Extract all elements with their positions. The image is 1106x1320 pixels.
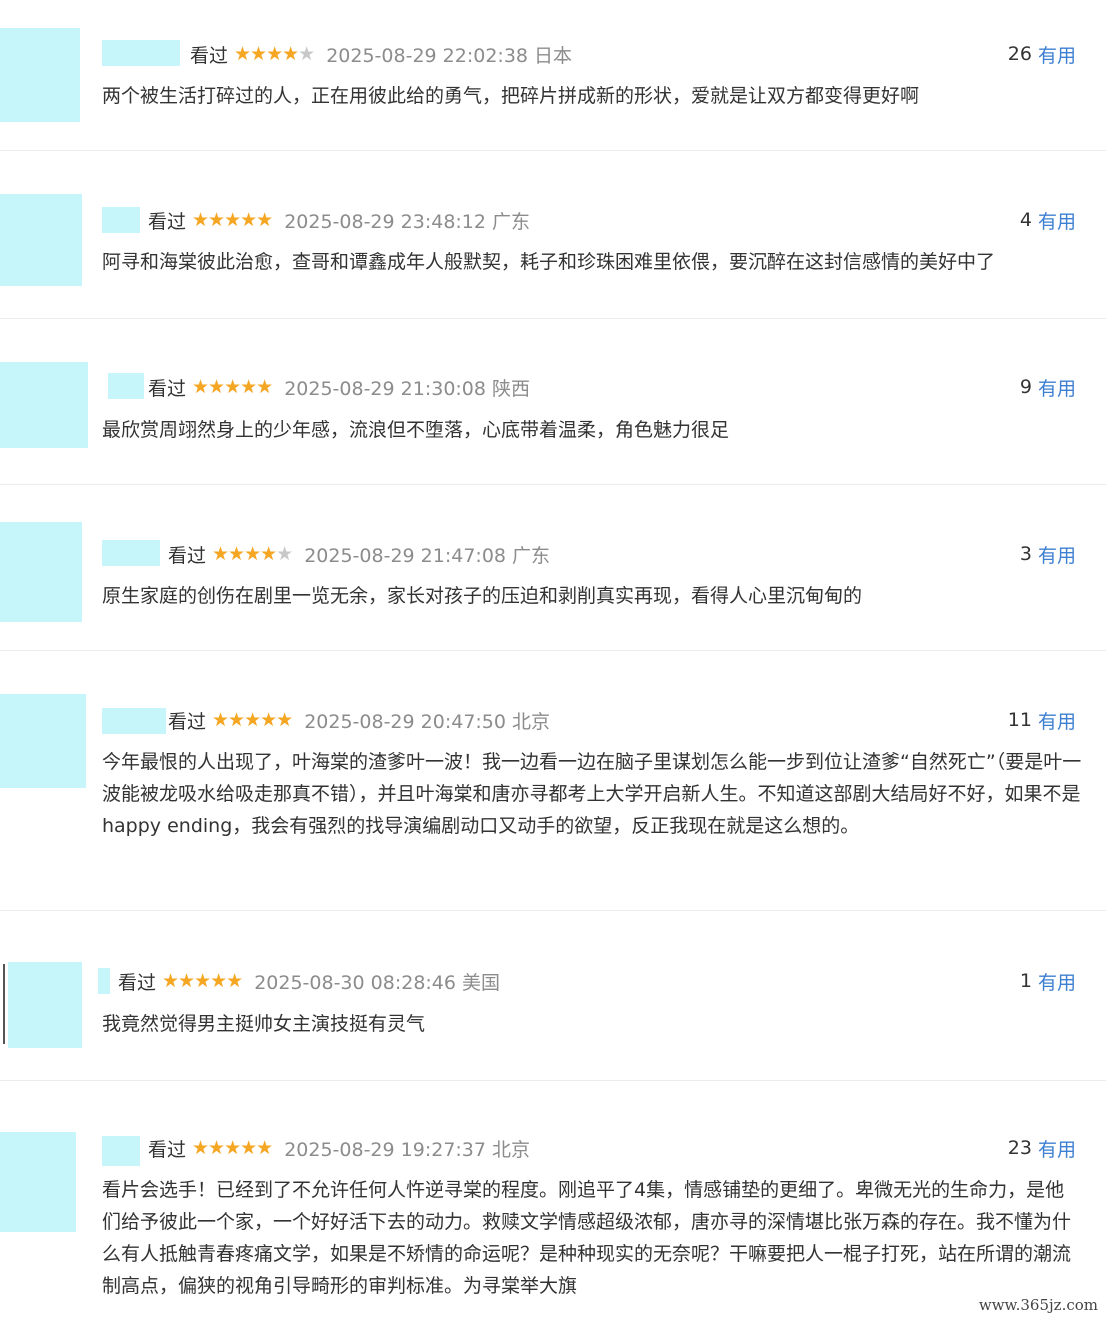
review-meta: 看过 ★★★★★ 2025-08-29 22:02:38 日本 [190, 39, 572, 69]
review-time: 2025-08-30 08:28:46 美国 [254, 971, 501, 994]
useful-button[interactable]: 有用 [1038, 707, 1076, 734]
rating-stars: ★★★★★ [192, 376, 273, 398]
watched-label: 看过 [118, 971, 157, 994]
rating-stars: ★★★★★ [234, 43, 315, 65]
avatar[interactable] [0, 1132, 76, 1232]
review-time: 2025-08-29 21:30:08 陕西 [284, 377, 531, 400]
watched-label: 看过 [168, 710, 207, 733]
review-meta: 看过 ★★★★★ 2025-08-29 23:48:12 广东 [148, 205, 530, 235]
review-text: 今年最恨的人出现了，叶海棠的渣爹叶一波！我一边看一边在脑子里谋划怎么能一步到位让… [102, 751, 1082, 837]
divider [0, 484, 1106, 485]
username-mask[interactable] [102, 207, 140, 233]
useful-count: 4 [1019, 209, 1032, 231]
watched-label: 看过 [148, 210, 187, 233]
avatar[interactable] [0, 362, 88, 448]
username-mask[interactable] [98, 968, 110, 994]
review-meta: 看过 ★★★★★ 2025-08-29 21:47:08 广东 [168, 539, 550, 569]
useful-count: 9 [1019, 376, 1032, 398]
divider [0, 1080, 1106, 1081]
watched-label: 看过 [148, 1138, 187, 1161]
useful-button[interactable]: 有用 [1038, 1135, 1076, 1162]
review-time: 2025-08-29 21:47:08 广东 [304, 544, 551, 567]
review-time: 2025-08-29 19:27:37 北京 [284, 1138, 531, 1161]
useful-count: 26 [1007, 43, 1032, 65]
review-time: 2025-08-29 23:48:12 广东 [284, 210, 531, 233]
divider [0, 910, 1106, 911]
avatar[interactable] [8, 962, 82, 1048]
watched-label: 看过 [190, 44, 229, 67]
watched-label: 看过 [148, 377, 187, 400]
rating-stars: ★★★★★ [212, 543, 293, 565]
useful-button[interactable]: 有用 [1038, 374, 1076, 401]
useful-vote[interactable]: 3 有用 [1020, 539, 1076, 569]
review-meta: 看过 ★★★★★ 2025-08-29 20:47:50 北京 [168, 705, 550, 735]
useful-vote[interactable]: 23 有用 [1008, 1133, 1076, 1163]
useful-button[interactable]: 有用 [1038, 968, 1076, 995]
review-text: 两个被生活打碎过的人，正在用彼此给的勇气，把碎片拼成新的形状，爱就是让双方都变得… [102, 85, 920, 107]
rating-stars: ★★★★★ [162, 970, 243, 992]
rating-stars: ★★★★★ [212, 709, 293, 731]
review-time: 2025-08-29 20:47:50 北京 [304, 710, 551, 733]
review-meta: 看过 ★★★★★ 2025-08-30 08:28:46 美国 [118, 966, 500, 996]
useful-count: 11 [1007, 709, 1032, 731]
review-text: 阿寻和海棠彼此治愈，查哥和谭鑫成年人般默契，耗子和珍珠困难里依偎，要沉醉在这封信… [102, 251, 996, 273]
useful-vote[interactable]: 1 有用 [1020, 966, 1076, 996]
review-text: 看片会选手！已经到了不允许任何人忤逆寻棠的程度。刚追平了4集，情感铺垫的更细了。… [102, 1179, 1072, 1297]
rating-stars: ★★★★★ [192, 209, 273, 231]
useful-vote[interactable]: 26 有用 [1008, 39, 1076, 69]
useful-button[interactable]: 有用 [1038, 207, 1076, 234]
review-time: 2025-08-29 22:02:38 日本 [326, 44, 573, 67]
divider [0, 318, 1106, 319]
useful-count: 1 [1019, 970, 1032, 992]
divider [0, 150, 1106, 151]
useful-vote[interactable]: 11 有用 [1008, 705, 1076, 735]
useful-count: 23 [1007, 1137, 1032, 1159]
username-mask[interactable] [102, 540, 160, 566]
useful-vote[interactable]: 4 有用 [1020, 205, 1076, 235]
avatar[interactable] [0, 194, 82, 286]
username-mask[interactable] [102, 1136, 140, 1166]
watermark: www.365jz.com [978, 1296, 1098, 1314]
avatar[interactable] [0, 28, 80, 122]
divider [0, 650, 1106, 651]
review-meta: 看过 ★★★★★ 2025-08-29 19:27:37 北京 [148, 1133, 530, 1163]
review-text: 原生家庭的创伤在剧里一览无余，家长对孩子的压迫和剥削真实再现，看得人心里沉甸甸的 [102, 585, 863, 607]
useful-button[interactable]: 有用 [1038, 541, 1076, 568]
watched-label: 看过 [168, 544, 207, 567]
left-border [3, 964, 5, 1044]
avatar[interactable] [0, 522, 82, 622]
review-text: 最欣赏周翊然身上的少年感，流浪但不堕落，心底带着温柔，角色魅力很足 [102, 419, 730, 441]
avatar[interactable] [0, 694, 86, 788]
username-mask[interactable] [102, 40, 180, 66]
username-mask[interactable] [108, 373, 144, 399]
review-meta: 看过 ★★★★★ 2025-08-29 21:30:08 陕西 [148, 372, 530, 402]
rating-stars: ★★★★★ [192, 1137, 273, 1159]
useful-vote[interactable]: 9 有用 [1020, 372, 1076, 402]
useful-button[interactable]: 有用 [1038, 41, 1076, 68]
review-text: 我竟然觉得男主挺帅女主演技挺有灵气 [102, 1013, 426, 1035]
useful-count: 3 [1019, 543, 1032, 565]
username-mask[interactable] [102, 708, 166, 734]
